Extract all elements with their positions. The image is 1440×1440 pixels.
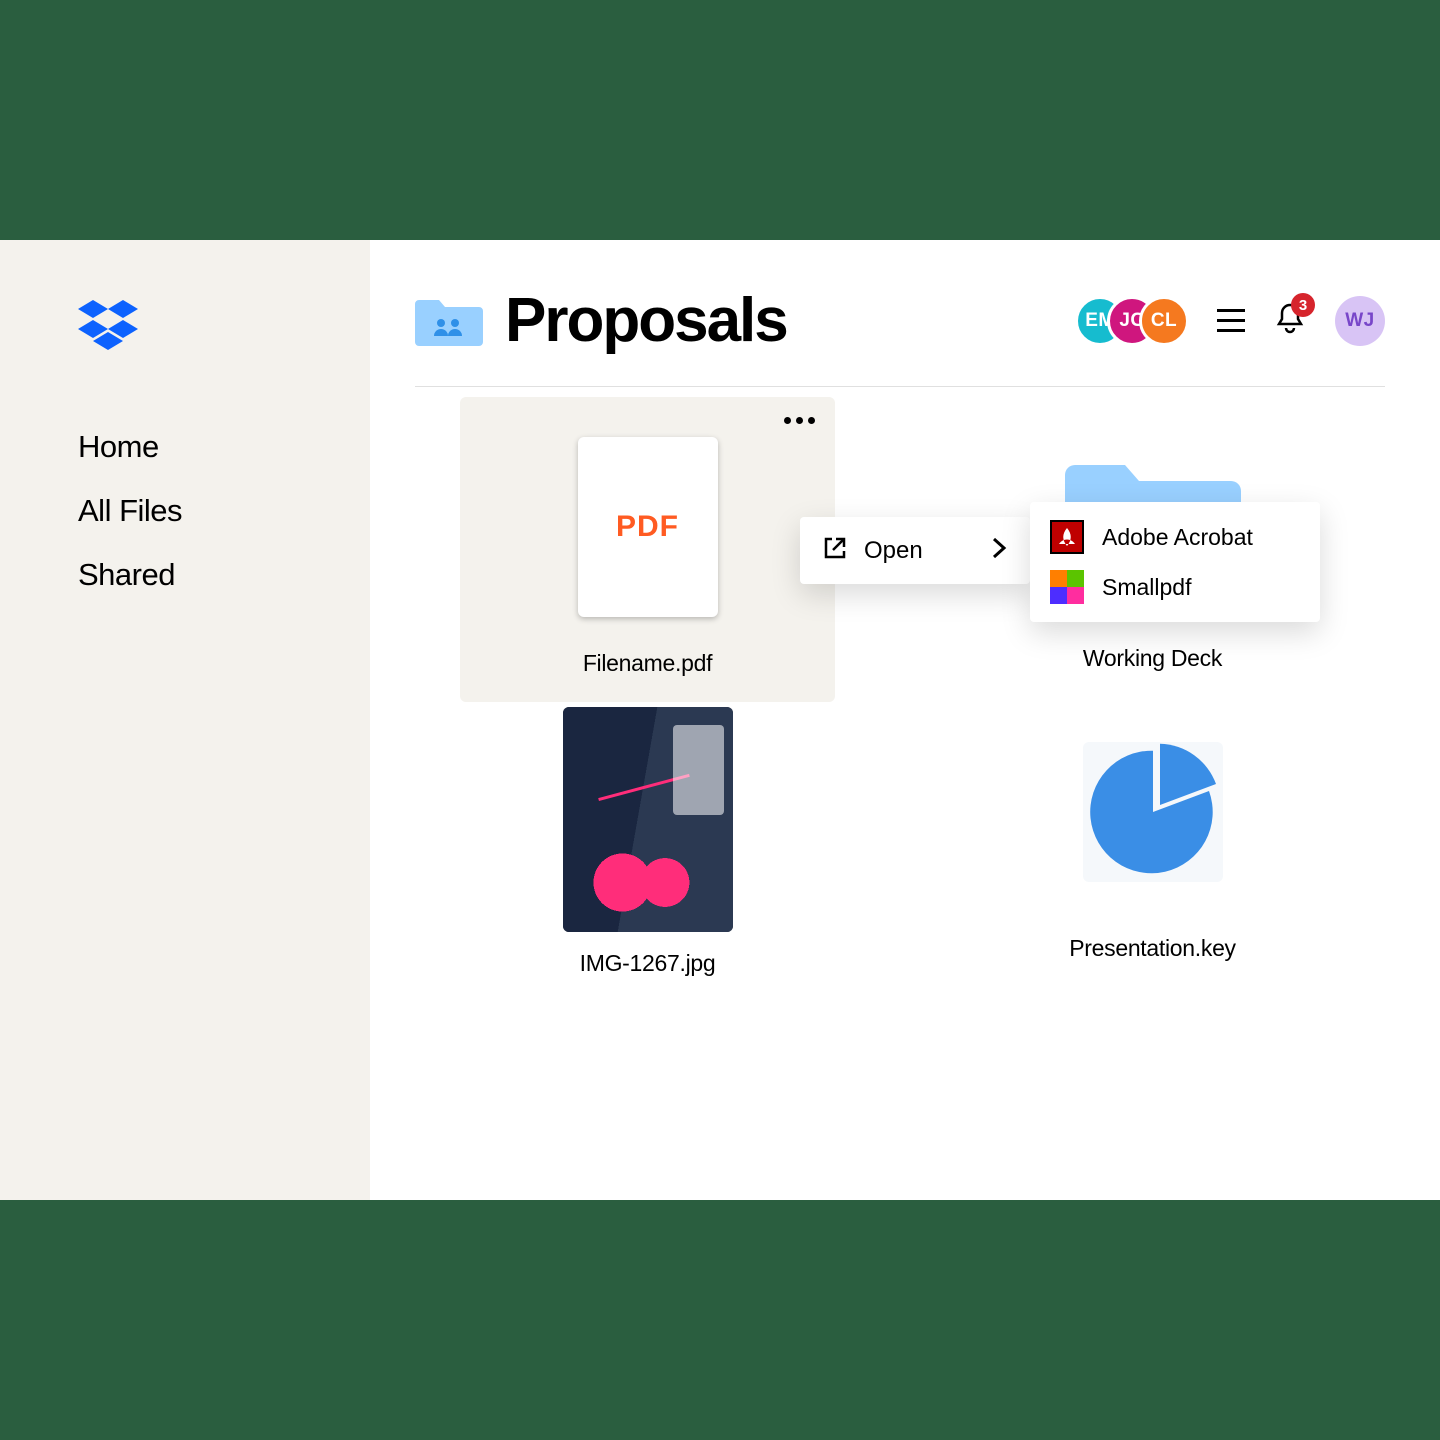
open-with-submenu: Adobe Acrobat Smallpdf: [1030, 502, 1320, 622]
bell-icon: [1273, 322, 1307, 339]
file-name: Presentation.key: [1069, 935, 1236, 962]
sidebar: Home All Files Shared: [0, 240, 370, 1200]
avatar[interactable]: CL: [1139, 296, 1189, 346]
header: Proposals EM JC CL 3 WJ: [415, 285, 1385, 387]
chevron-right-icon: [990, 535, 1008, 566]
page-title: Proposals: [505, 285, 1075, 356]
smallpdf-icon: [1050, 570, 1084, 604]
file-thumbnail: [563, 707, 733, 932]
app-name: Adobe Acrobat: [1102, 524, 1253, 551]
file-card-pdf[interactable]: PDF Filename.pdf Open: [460, 397, 835, 702]
file-card-keynote[interactable]: Presentation.key: [990, 707, 1315, 977]
sidebar-item-home[interactable]: Home: [78, 429, 370, 465]
main-content: Proposals EM JC CL 3 WJ: [370, 240, 1440, 1200]
header-actions: EM JC CL 3 WJ: [1075, 296, 1385, 346]
file-grid: PDF Filename.pdf Open: [415, 387, 1385, 977]
user-avatar[interactable]: WJ: [1335, 296, 1385, 346]
file-thumbnail: [1083, 742, 1223, 882]
file-card-image[interactable]: IMG-1267.jpg: [485, 707, 810, 977]
open-with-adobe-acrobat[interactable]: Adobe Acrobat: [1030, 512, 1320, 562]
pdf-label: PDF: [616, 510, 679, 544]
sidebar-item-all-files[interactable]: All Files: [78, 493, 370, 529]
context-menu-open-label: Open: [864, 537, 923, 565]
notification-badge: 3: [1291, 293, 1315, 317]
more-options-button[interactable]: [776, 409, 823, 432]
collaborator-avatars[interactable]: EM JC CL: [1075, 296, 1189, 346]
open-with-smallpdf[interactable]: Smallpdf: [1030, 562, 1320, 612]
sidebar-item-shared[interactable]: Shared: [78, 557, 370, 593]
context-menu-open[interactable]: Open: [800, 517, 1030, 584]
app-name: Smallpdf: [1102, 574, 1191, 601]
file-name: IMG-1267.jpg: [580, 950, 716, 977]
adobe-acrobat-icon: [1050, 520, 1084, 554]
dropbox-logo-icon: [78, 300, 370, 359]
notifications-button[interactable]: 3: [1273, 301, 1307, 340]
shared-folder-icon: [415, 290, 483, 351]
file-name: Filename.pdf: [583, 650, 712, 677]
open-external-icon: [822, 535, 848, 566]
file-name: Working Deck: [1083, 645, 1222, 672]
app-window: Home All Files Shared Proposals EM JC CL: [0, 240, 1440, 1200]
file-thumbnail: PDF: [578, 437, 718, 617]
menu-icon[interactable]: [1217, 309, 1245, 332]
sidebar-nav: Home All Files Shared: [78, 429, 370, 593]
image-preview: [563, 707, 733, 932]
